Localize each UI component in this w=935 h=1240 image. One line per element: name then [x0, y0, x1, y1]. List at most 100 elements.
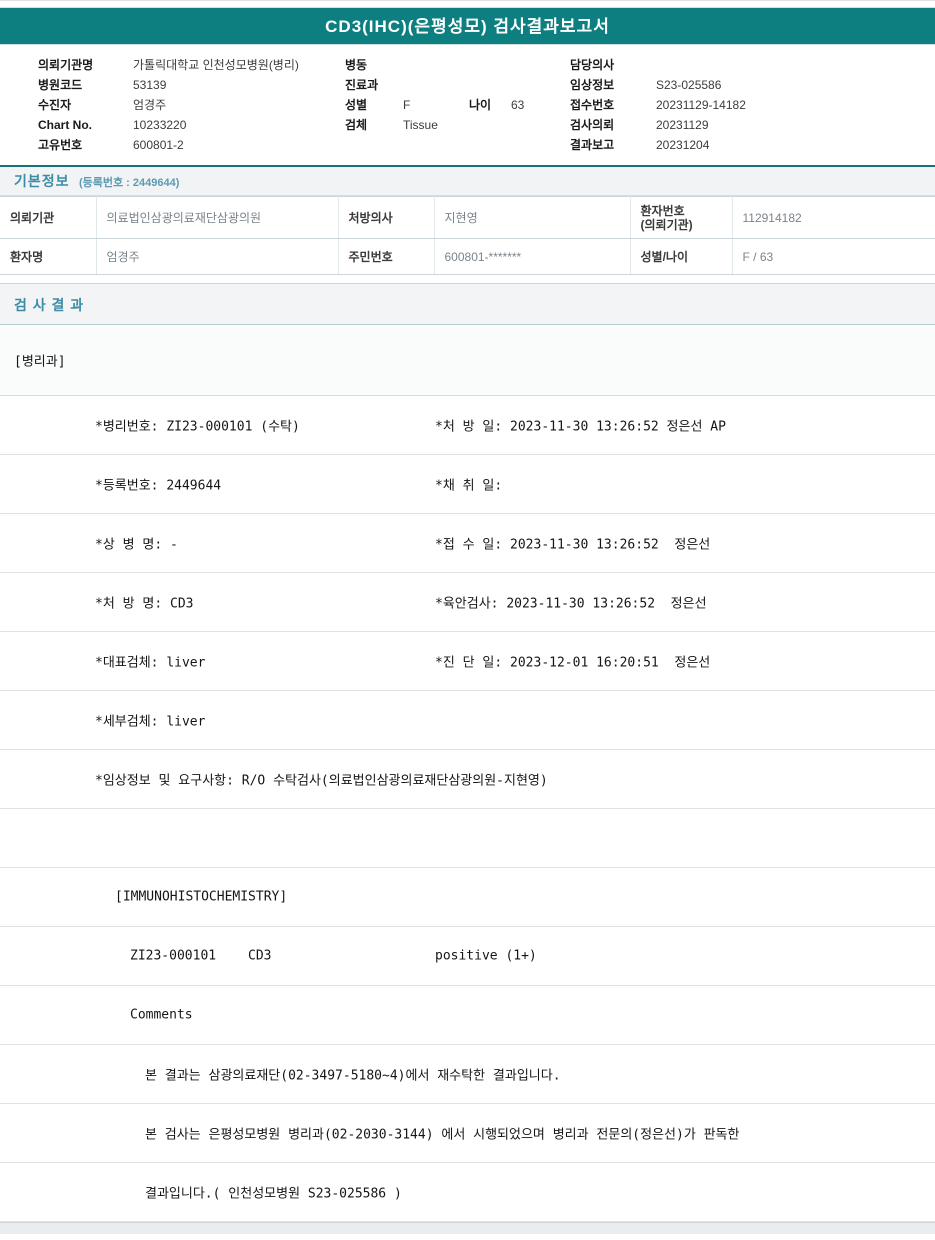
registration-no: *등록번호: 2449644 — [95, 478, 222, 494]
field-value-requesting-org: 가톨릭대학교 인천성모병원(병리) — [133, 58, 299, 72]
result-detail-row: *처 방 명: CD3 *육안검사: 2023-11-30 13:26:52 정… — [0, 573, 935, 632]
cell-label-resident-no: 주민번호 — [337, 238, 435, 275]
basic-info-registration-no: (등록번호 : 2449644) — [78, 177, 180, 189]
header-field: 진료과 — [345, 75, 524, 95]
field-label-unique-no: 고유번호 — [38, 138, 83, 152]
field-label-ward: 병동 — [345, 58, 368, 72]
header-field: 고유번호 600801-2 — [38, 135, 299, 155]
header-column-right: 담당의사 임상정보 S23-025586 접수번호 20231129-14182 검… — [570, 55, 746, 155]
report-header: 의뢰기관명 가톨릭대학교 인천성모병원(병리) 병원코드 53139 수진자 엄경주 … — [0, 45, 935, 165]
header-field: 임상정보 S23-025586 — [570, 75, 746, 95]
field-label-requesting-org: 의뢰기관명 — [38, 58, 94, 72]
result-detail-row: *상 병 명: - *접 수 일: 2023-11-30 13:26:52 정은… — [0, 514, 935, 573]
cell-label-requesting-org: 의뢰기관 — [0, 196, 97, 239]
report-title: CD3(IHC)(은평성모) 검사결과보고서 — [325, 17, 610, 36]
comments-header-row: Comments — [0, 986, 935, 1045]
report-title-bar: CD3(IHC)(은평성모) 검사결과보고서 — [0, 7, 935, 45]
header-column-middle: 병동 진료과 성별 F 나이 63 검체 Tissue — [345, 55, 524, 135]
comments-label: Comments — [130, 1007, 193, 1023]
cell-value-sex-age: F / 63 — [731, 238, 935, 275]
header-field: 병동 — [345, 55, 524, 75]
cell-value-prescribing-doctor: 지현영 — [433, 196, 631, 239]
header-field: 병원코드 53139 — [38, 75, 299, 95]
ihc-test-name: CD3 — [248, 948, 272, 964]
main-specimen: *대표검체: liver — [95, 655, 206, 671]
table-row: 환자명 엄경주 주민번호 600801-******* 성별/나이 F / 63 — [0, 238, 935, 275]
result-detail-row: *세부검체: liver — [0, 691, 935, 750]
bottom-strip — [0, 1222, 935, 1234]
field-value-age: 63 — [511, 98, 525, 112]
basic-info-title: 기본정보 — [14, 173, 70, 189]
field-value-examinee: 엄경주 — [133, 98, 167, 112]
field-label-department: 진료과 — [345, 78, 379, 92]
pathology-no: *병리번호: ZI23-000101 (수탁) — [95, 419, 300, 435]
comment-row: 본 결과는 삼광의료재단(02-3497-5180~4)에서 재수탁한 결과입니… — [0, 1045, 935, 1104]
comment-line: 본 결과는 삼광의료재단(02-3497-5180~4)에서 재수탁한 결과입니… — [145, 1068, 561, 1084]
field-label-result-reported: 결과보고 — [570, 138, 615, 152]
comment-row: 본 검사는 은평성모병원 병리과(02-2030-3144) 에서 시행되었으며… — [0, 1104, 935, 1163]
field-value-specimen: Tissue — [403, 118, 438, 132]
cell-label-sex-age: 성별/나이 — [629, 238, 733, 275]
cell-value-resident-no: 600801-******* — [433, 238, 631, 275]
cell-label-patient-no: 환자번호 (의뢰기관) — [629, 196, 733, 239]
ihc-header-row: [IMMUNOHISTOCHEMISTRY] — [0, 868, 935, 927]
field-value-result-reported: 20231204 — [656, 138, 710, 152]
diagnosis-name: *상 병 명: - — [95, 537, 178, 553]
cell-value-patient-name: 엄경주 — [95, 238, 339, 275]
cell-value-requesting-org: 의료법인삼광의료재단삼광의원 — [95, 196, 339, 239]
result-detail-row: *병리번호: ZI23-000101 (수탁) *처 방 일: 2023-11-… — [0, 396, 935, 455]
header-field: Chart No. 10233220 — [38, 115, 299, 135]
department-row: [병리과] — [0, 325, 935, 396]
table-row: 의뢰기관 의료법인삼광의료재단삼광의원 처방의사 지현영 환자번호 (의뢰기관)… — [0, 196, 935, 239]
comment-line: 결과입니다.( 인천성모병원 S23-025586 ) — [145, 1186, 402, 1202]
field-label-age: 나이 — [469, 98, 492, 112]
field-value-clinical-info: S23-025586 — [656, 78, 722, 92]
result-detail-row: *대표검체: liver *진 단 일: 2023-12-01 16:20:51… — [0, 632, 935, 691]
field-label-hospital-code: 병원코드 — [38, 78, 83, 92]
field-value-unique-no: 600801-2 — [133, 138, 184, 152]
order-name: *처 방 명: CD3 — [95, 596, 194, 612]
field-label-clinical-info: 임상정보 — [570, 78, 615, 92]
basic-info-section-header: 기본정보 (등록번호 : 2449644) — [0, 165, 935, 196]
field-label-specimen: 검체 — [345, 118, 368, 132]
basic-info-table: 의뢰기관 의료법인삼광의료재단삼광의원 처방의사 지현영 환자번호 (의뢰기관)… — [0, 196, 935, 275]
field-label-examinee: 수진자 — [38, 98, 72, 112]
department-label: [병리과] — [14, 354, 66, 370]
clinical-info-request: *임상정보 및 요구사항: R/O 수탁검사(의료법인삼광의료재단삼광의원-지현… — [95, 773, 548, 789]
result-detail-row: *등록번호: 2449644 *채 취 일: — [0, 455, 935, 514]
results-section-header: 검 사 결 과 — [0, 283, 935, 325]
collection-date: *채 취 일: — [435, 478, 503, 494]
field-label-attending-doctor: 담당의사 — [570, 58, 615, 72]
header-field: 결과보고 20231204 — [570, 135, 746, 155]
ihc-result-row: ZI23-000101 CD3 positive (1+) — [0, 927, 935, 986]
header-column-left: 의뢰기관명 가톨릭대학교 인천성모병원(병리) 병원코드 53139 수진자 엄경주 … — [38, 55, 299, 155]
field-value-chart-no: 10233220 — [133, 118, 187, 132]
cell-label-prescribing-doctor: 처방의사 — [337, 196, 435, 239]
field-label-chart-no: Chart No. — [38, 118, 92, 132]
receipt-date: *접 수 일: 2023-11-30 13:26:52 정은선 — [435, 537, 711, 553]
field-value-sex: F — [403, 98, 411, 112]
header-field: 검체 Tissue — [345, 115, 524, 135]
header-field: 접수번호 20231129-14182 — [570, 95, 746, 115]
field-value-receipt-no: 20231129-14182 — [656, 98, 746, 112]
ihc-section-title: [IMMUNOHISTOCHEMISTRY] — [115, 889, 288, 905]
ihc-specimen-code: ZI23-000101 — [130, 948, 217, 964]
field-value-hospital-code: 53139 — [133, 78, 167, 92]
sub-specimen: *세부검체: liver — [95, 714, 206, 730]
result-detail-row: *임상정보 및 요구사항: R/O 수탁검사(의료법인삼광의료재단삼광의원-지현… — [0, 750, 935, 809]
prescription-date: *처 방 일: 2023-11-30 13:26:52 정은선 AP — [435, 419, 726, 435]
field-value-test-requested: 20231129 — [656, 118, 709, 132]
header-field: 의뢰기관명 가톨릭대학교 인천성모병원(병리) — [38, 55, 299, 75]
comment-row: 결과입니다.( 인천성모병원 S23-025586 ) — [0, 1163, 935, 1222]
diagnosis-date: *진 단 일: 2023-12-01 16:20:51 정은선 — [435, 655, 711, 671]
cell-value-patient-no: 112914182 — [731, 196, 935, 239]
field-label-receipt-no: 접수번호 — [570, 98, 615, 112]
report-page: CD3(IHC)(은평성모) 검사결과보고서 의뢰기관명 가톨릭대학교 인천성모병… — [0, 0, 935, 1234]
field-label-sex: 성별 — [345, 98, 368, 112]
field-label-test-requested: 검사의뢰 — [570, 118, 615, 132]
header-field: 수진자 엄경주 — [38, 95, 299, 115]
header-field: 검사의뢰 20231129 — [570, 115, 746, 135]
results-title: 검 사 결 과 — [14, 297, 85, 313]
header-field: 성별 F 나이 63 — [345, 95, 524, 115]
comment-line: 본 검사는 은평성모병원 병리과(02-2030-3144) 에서 시행되었으며… — [145, 1127, 740, 1143]
